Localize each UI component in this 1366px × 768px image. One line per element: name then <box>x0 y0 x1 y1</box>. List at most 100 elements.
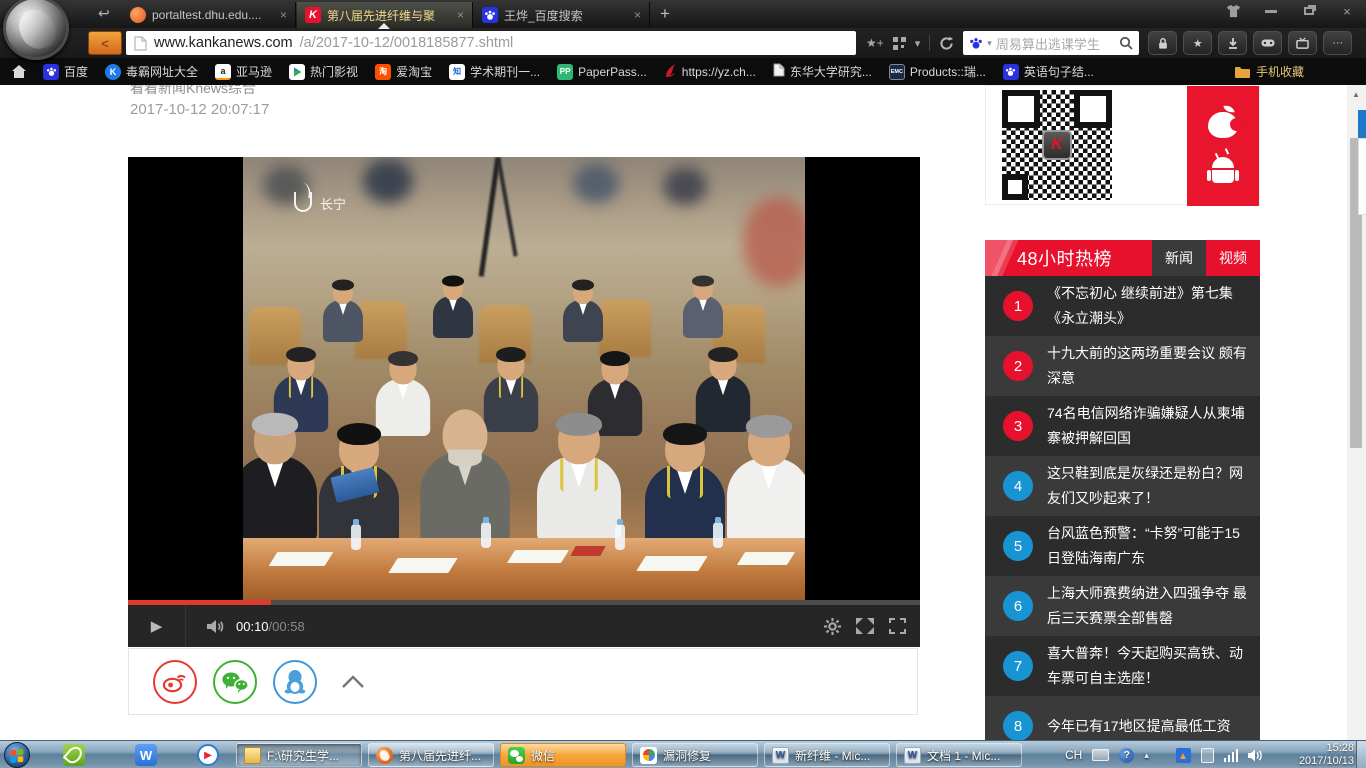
back-button[interactable]: < <box>88 31 122 55</box>
bookmark-videos[interactable]: 热门影视 <box>289 63 358 80</box>
update-tray-icon[interactable] <box>1176 748 1191 763</box>
bookmark-label: https://yz.ch... <box>682 65 756 79</box>
video-screen[interactable]: 长宁 <box>128 157 920 600</box>
mobile-favorites-folder[interactable]: 手机收藏 <box>1235 63 1304 80</box>
tab-close-icon[interactable]: × <box>628 8 641 22</box>
taskbar-fix-button[interactable]: 漏洞修复 <box>632 743 758 767</box>
volume-tray-icon[interactable] <box>1248 749 1263 762</box>
hotlist-item[interactable]: 1 《不忘初心 继续前进》第七集《永立潮头》 <box>985 276 1260 336</box>
qq-penguin-icon <box>284 669 306 695</box>
close-button[interactable]: × <box>1336 2 1358 20</box>
wps-icon[interactable]: W <box>135 744 157 766</box>
scrollbar-up-icon[interactable]: ▲ <box>1352 90 1360 99</box>
tray-expand-icon[interactable]: ▴ <box>1144 750 1149 761</box>
hotlist-item[interactable]: 7 喜大普奔！今天起购买高铁、动车票可自主选座！ <box>985 636 1260 696</box>
tab-history-icon[interactable]: ↩ <box>98 5 110 22</box>
edge-widget-white[interactable] <box>1358 138 1366 215</box>
video-player[interactable]: 长宁 ▶ 00:10/00:58 <box>128 157 920 647</box>
tab-close-icon[interactable]: × <box>274 8 287 22</box>
search-icon[interactable] <box>1119 36 1133 50</box>
tv-icon[interactable] <box>1288 31 1317 55</box>
theater-mode-icon[interactable] <box>856 618 874 634</box>
windows-flag-icon <box>9 747 25 763</box>
hotlist-item[interactable]: 3 74名电信网络诈骗嫌疑人从柬埔寨被押解回国 <box>985 396 1260 456</box>
play-button[interactable]: ▶ <box>128 605 186 647</box>
hotlist-tab-video[interactable]: 视频 <box>1206 240 1260 276</box>
download-icon[interactable] <box>1218 31 1247 55</box>
word-document-icon: W <box>904 747 921 764</box>
bookmark-taobao[interactable]: 淘 爱淘宝 <box>375 63 432 80</box>
hotlist-item[interactable]: 4 这只鞋到底是灰绿还是粉白？网友们又吵起来了！ <box>985 456 1260 516</box>
search-engine-caret-icon[interactable]: ▾ <box>987 38 992 49</box>
settings-gear-icon[interactable] <box>824 618 841 635</box>
bookmark-yz[interactable]: https://yz.ch... <box>664 63 756 81</box>
hotlist-tab-news[interactable]: 新闻 <box>1152 240 1206 276</box>
coreldraw-icon[interactable] <box>63 744 85 766</box>
article-source: 看看新闻Knews综合 <box>130 85 256 98</box>
show-desktop-button[interactable] <box>1356 741 1366 768</box>
favorites-star-icon[interactable]: ★ <box>1183 31 1212 55</box>
person-figure <box>323 281 363 342</box>
tab-close-icon[interactable]: × <box>451 8 464 22</box>
favorite-star-icon[interactable]: ★+ <box>866 36 884 50</box>
watermark-text: 长宁 <box>320 194 346 215</box>
minimize-button[interactable] <box>1260 2 1282 20</box>
language-indicator[interactable]: CH <box>1065 748 1082 762</box>
refresh-icon[interactable] <box>939 36 954 51</box>
start-button[interactable] <box>4 742 30 768</box>
network-signal-icon[interactable] <box>1224 749 1239 762</box>
bookmark-amazon[interactable]: a 亚马逊 <box>215 63 272 80</box>
hotlist-item[interactable]: 2 十九大前的这两场重要会议 颇有深意 <box>985 336 1260 396</box>
taskbar-word2-button[interactable]: W 文档 1 - Mic... <box>896 743 1022 767</box>
dropdown-caret-icon[interactable]: ▾ <box>915 37 921 50</box>
hotlist-item[interactable]: 8 今年已有17地区提高最低工资 <box>985 696 1260 740</box>
apple-ios-icon[interactable] <box>1208 105 1238 139</box>
tab-baidu-search[interactable]: 王烨_百度搜索 × <box>474 2 650 28</box>
skin-shirt-icon[interactable] <box>1222 2 1244 20</box>
taskbar-clock[interactable]: 15:28 2017/10/13 <box>1299 742 1354 768</box>
hotlist-item-text: 今年已有17地区提高最低工资 <box>1047 714 1231 739</box>
hotlist-header: 48小时热榜 新闻 视频 <box>985 240 1260 276</box>
taskbar-word1-button[interactable]: W 新纤维 - Mic... <box>764 743 890 767</box>
hotlist-item[interactable]: 5 台风蓝色预警：“卡努”可能于15日登陆海南广东 <box>985 516 1260 576</box>
folder-label: 手机收藏 <box>1256 63 1304 80</box>
windows-taskbar: W ▶ F:\研究生学... 第八届先进纤... 微信 漏洞修复 W 新纤维 -… <box>0 740 1366 768</box>
qrcode-icon[interactable] <box>893 37 906 50</box>
bookmark-duba[interactable]: K 毒霸网址大全 <box>105 63 198 80</box>
taskbar-explorer-button[interactable]: F:\研究生学... <box>236 743 362 767</box>
share-qq-button[interactable] <box>273 660 317 704</box>
player-right-controls <box>824 618 906 635</box>
media-player-icon[interactable]: ▶ <box>197 744 219 766</box>
share-wechat-button[interactable] <box>213 660 257 704</box>
games-gamepad-icon[interactable] <box>1253 31 1282 55</box>
android-icon[interactable] <box>1207 157 1239 187</box>
hotlist-item[interactable]: 6 上海大师赛费纳进入四强争夺 最后三天赛票全部售罄 <box>985 576 1260 636</box>
volume-icon[interactable] <box>206 619 224 634</box>
more-menu-icon[interactable]: ··· <box>1323 31 1352 55</box>
url-field[interactable]: www.kankanews.com/a/2017-10-12/001818587… <box>126 31 856 55</box>
help-icon[interactable]: ? <box>1119 748 1134 763</box>
bookmark-dhu[interactable]: 东华大学研究... <box>773 63 872 80</box>
share-weibo-button[interactable] <box>153 660 197 704</box>
keyboard-icon[interactable] <box>1092 749 1109 761</box>
home-icon[interactable] <box>12 65 26 78</box>
search-input[interactable]: 周易算出逃课学生 <box>996 34 1115 53</box>
bookmark-paperpass[interactable]: PP PaperPass... <box>557 64 647 80</box>
fullscreen-icon[interactable] <box>889 618 906 634</box>
bookmark-baidu[interactable]: 百度 <box>43 63 88 80</box>
new-tab-button[interactable]: + <box>652 3 678 25</box>
search-box[interactable]: ▾ 周易算出逃课学生 <box>963 31 1139 55</box>
baidu-paw-icon[interactable] <box>969 36 983 50</box>
taskbar-wechat-button[interactable]: 微信 <box>500 743 626 767</box>
bookmark-english[interactable]: 英语句子结... <box>1003 63 1094 80</box>
edge-widget-blue[interactable] <box>1358 110 1366 138</box>
water-bottle <box>351 524 361 550</box>
bookmark-products[interactable]: EMC Products::瑞... <box>889 63 986 80</box>
collapse-chevron-icon[interactable] <box>341 674 365 689</box>
taskbar-browser-button[interactable]: 第八届先进纤... <box>368 743 494 767</box>
lock-icon[interactable] <box>1148 31 1177 55</box>
tab-portaltest[interactable]: portaltest.dhu.edu.... × <box>122 2 296 28</box>
bookmark-journal[interactable]: 知 学术期刊一... <box>449 63 540 80</box>
clipboard-tray-icon[interactable] <box>1201 748 1214 763</box>
restore-button[interactable] <box>1298 2 1320 20</box>
